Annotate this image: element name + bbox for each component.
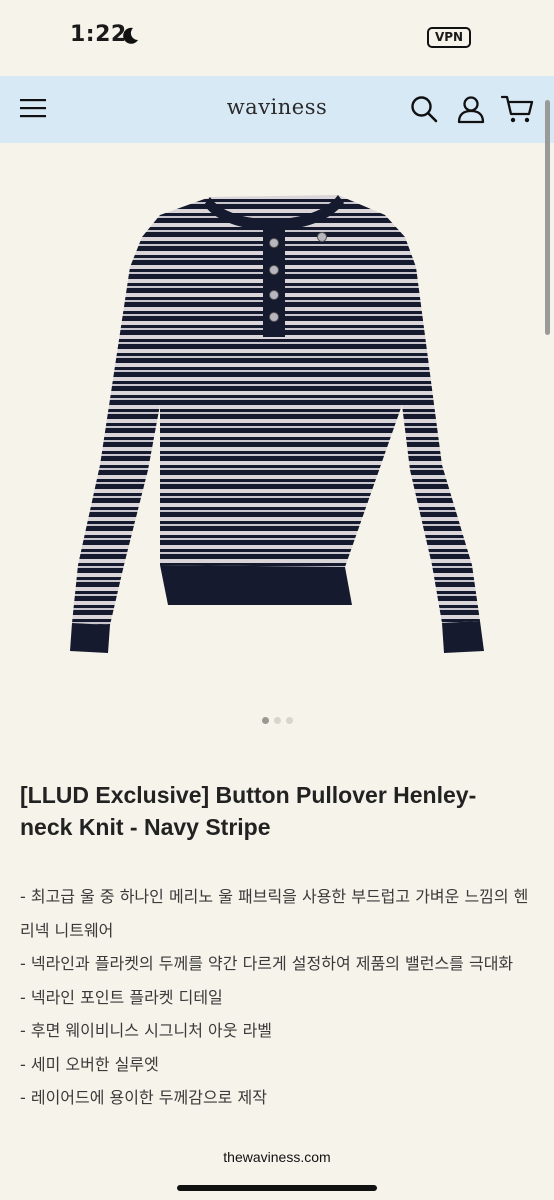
description-item: - 최고급 울 중 하나인 메리노 울 패브릭을 사용한 부드럽고 가벼운 느낌… xyxy=(20,887,529,940)
status-bar: 1:22 VPN xyxy=(0,0,554,76)
carousel-dot-2[interactable] xyxy=(273,717,281,724)
status-time: 1:22 xyxy=(70,22,127,47)
product-description: - 최고급 울 중 하나인 메리노 울 패브릭을 사용한 부드럽고 가벼운 느낌… xyxy=(20,880,540,1115)
account-icon[interactable] xyxy=(456,94,486,124)
app-header: waviness xyxy=(0,76,554,143)
description-item: - 넥라인과 플라켓의 두께를 약간 다르게 설정하여 제품의 밸런스를 극대화 xyxy=(20,954,514,973)
carousel-dot-3[interactable] xyxy=(285,717,293,724)
search-icon[interactable] xyxy=(409,94,439,124)
cart-icon[interactable] xyxy=(501,94,535,124)
description-item: - 넥라인 포인트 플라켓 디테일 xyxy=(20,987,223,1007)
url-domain[interactable]: thewaviness.com xyxy=(0,1149,554,1165)
description-item: - 레이어드에 용이한 두께감으로 제작 xyxy=(20,1088,267,1107)
carousel-dots[interactable] xyxy=(0,717,554,724)
moon-icon xyxy=(123,27,138,44)
product-image[interactable] xyxy=(60,165,500,665)
vpn-badge: VPN xyxy=(427,27,471,48)
product-title: [LLUD Exclusive] Button Pullover Henley-… xyxy=(20,782,477,840)
carousel-dot-1[interactable] xyxy=(261,717,269,724)
browser-bottom-bar: thewaviness.com xyxy=(0,1136,554,1200)
home-indicator[interactable] xyxy=(177,1185,377,1191)
description-item: - 세미 오버한 실루엣 xyxy=(20,1054,159,1074)
description-item: - 후면 웨이비니스 시그니처 아웃 라벨 xyxy=(20,1021,273,1040)
page-scrollbar[interactable] xyxy=(545,100,550,335)
